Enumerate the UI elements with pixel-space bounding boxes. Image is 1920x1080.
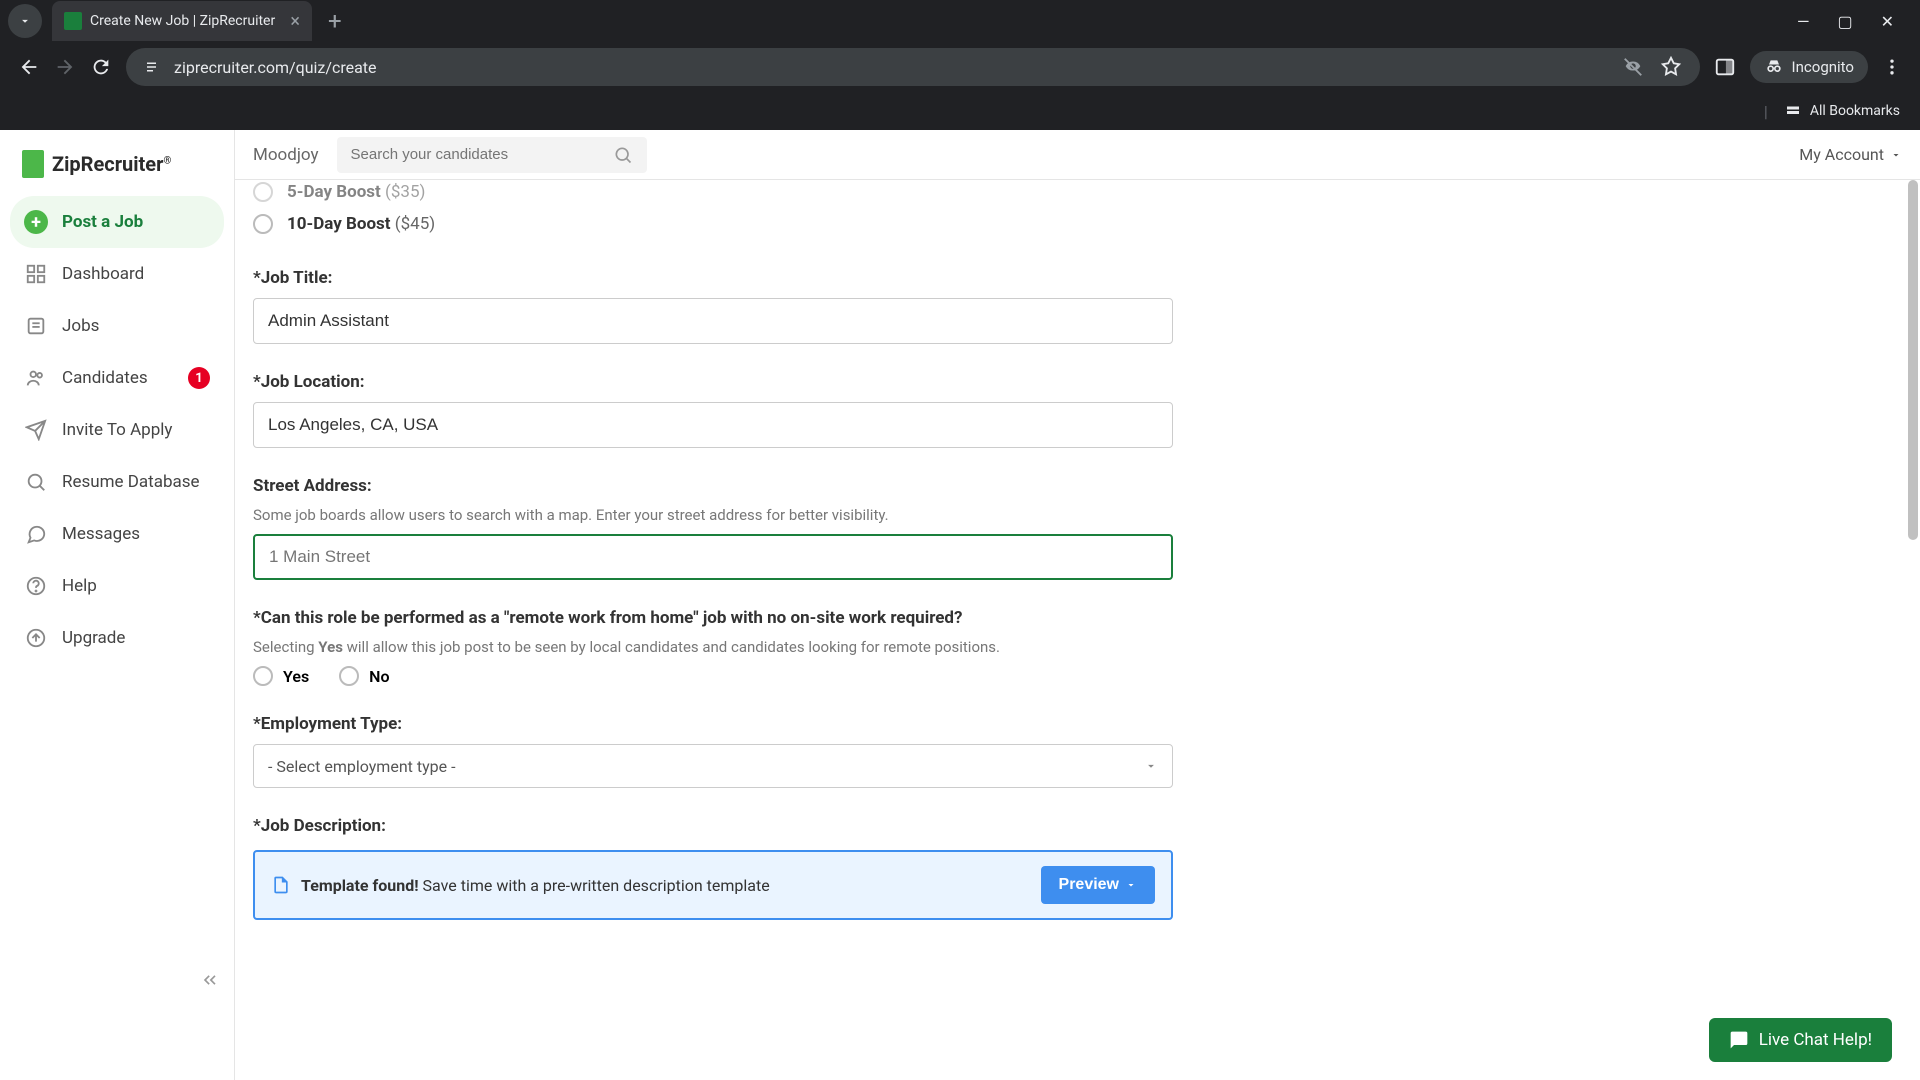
chevron-down-icon — [1144, 759, 1158, 773]
bookmarks-bar: | All Bookmarks — [0, 92, 1920, 130]
back-button[interactable] — [18, 56, 40, 78]
radio-icon[interactable] — [253, 182, 273, 202]
jobs-icon — [24, 314, 48, 338]
messages-icon — [24, 522, 48, 546]
radio-icon[interactable] — [253, 214, 273, 234]
logo[interactable]: ZipRecruiter® — [10, 142, 224, 196]
sidebar-item-post-job[interactable]: + Post a Job — [10, 196, 224, 248]
incognito-badge[interactable]: Incognito — [1750, 51, 1868, 83]
job-description-label: *Job Description: — [253, 816, 1417, 836]
job-title-label: *Job Title: — [253, 268, 1417, 288]
minimize-button[interactable]: — — [1797, 12, 1810, 31]
remote-no-option[interactable]: No — [339, 666, 389, 686]
job-location-input[interactable] — [253, 402, 1173, 448]
url-text: ziprecruiter.com/quiz/create — [174, 58, 377, 77]
tab-bar: Create New Job | ZipRecruiter × + — ▢ ✕ — [0, 0, 1920, 42]
boost-10day-option[interactable]: 10-Day Boost ($45) — [253, 208, 1417, 240]
forward-button[interactable] — [54, 56, 76, 78]
tab-title: Create New Job | ZipRecruiter — [90, 13, 282, 29]
employment-type-select[interactable]: - Select employment type - — [253, 744, 1173, 788]
reload-button[interactable] — [90, 56, 112, 78]
logo-icon — [22, 150, 44, 178]
search-icon — [24, 470, 48, 494]
search-icon[interactable] — [613, 145, 633, 165]
remote-work-hint: Selecting Yes will allow this job post t… — [253, 638, 1417, 656]
sidebar-item-messages[interactable]: Messages — [10, 508, 224, 560]
all-bookmarks-button[interactable]: All Bookmarks — [1784, 102, 1900, 120]
browser-menu-icon[interactable] — [1882, 57, 1902, 77]
sidebar: ZipRecruiter® + Post a Job Dashboard Job… — [0, 130, 235, 1080]
candidate-search[interactable] — [337, 137, 647, 173]
candidates-badge: 1 — [188, 367, 210, 389]
sidebar-collapse-button[interactable] — [200, 970, 220, 990]
close-window-button[interactable]: ✕ — [1881, 12, 1894, 31]
bookmark-star-icon[interactable] — [1660, 56, 1682, 78]
street-address-hint: Some job boards allow users to search wi… — [253, 506, 1417, 524]
incognito-icon — [1764, 57, 1784, 77]
live-chat-button[interactable]: Live Chat Help! — [1709, 1018, 1892, 1062]
employment-type-label: *Employment Type: — [253, 714, 1417, 734]
company-name[interactable]: Moodjoy — [253, 145, 319, 165]
main-content: Moodjoy My Account 5-Day Boost ($35) 10-… — [235, 130, 1920, 1080]
job-location-label: *Job Location: — [253, 372, 1417, 392]
sidebar-item-candidates[interactable]: Candidates 1 — [10, 352, 224, 404]
new-tab-button[interactable]: + — [328, 7, 342, 35]
incognito-eye-icon[interactable] — [1622, 56, 1644, 78]
sidebar-item-resume-database[interactable]: Resume Database — [10, 456, 224, 508]
sidebar-item-help[interactable]: Help — [10, 560, 224, 612]
scrollbar-thumb[interactable] — [1908, 180, 1918, 540]
window-controls: — ▢ ✕ — [1797, 12, 1912, 31]
browser-tab[interactable]: Create New Job | ZipRecruiter × — [52, 1, 312, 41]
preview-button[interactable]: Preview — [1041, 866, 1155, 904]
tab-close-button[interactable]: × — [290, 11, 300, 32]
tab-search-button[interactable] — [8, 4, 42, 38]
template-banner: Template found! Save time with a pre-wri… — [253, 850, 1173, 920]
radio-icon[interactable] — [253, 666, 273, 686]
scrollbar[interactable] — [1906, 180, 1920, 1080]
remote-work-label: *Can this role be performed as a "remote… — [253, 608, 1417, 628]
document-icon — [271, 875, 291, 895]
sidebar-item-jobs[interactable]: Jobs — [10, 300, 224, 352]
job-title-input[interactable] — [253, 298, 1173, 344]
url-bar[interactable]: ziprecruiter.com/quiz/create — [126, 48, 1700, 86]
maximize-button[interactable]: ▢ — [1837, 12, 1852, 31]
site-settings-icon[interactable] — [144, 58, 162, 76]
topbar: Moodjoy My Account — [235, 130, 1920, 180]
chevron-down-icon — [1890, 149, 1902, 161]
radio-icon[interactable] — [339, 666, 359, 686]
chevron-down-icon — [1125, 879, 1137, 891]
remote-yes-option[interactable]: Yes — [253, 666, 309, 686]
favicon-icon — [64, 12, 82, 30]
street-address-input[interactable] — [253, 534, 1173, 580]
upgrade-icon — [24, 626, 48, 650]
candidates-icon — [24, 366, 48, 390]
help-icon — [24, 574, 48, 598]
browser-chrome: Create New Job | ZipRecruiter × + — ▢ ✕ … — [0, 0, 1920, 130]
invite-icon — [24, 418, 48, 442]
side-panel-icon[interactable] — [1714, 56, 1736, 78]
street-address-label: Street Address: — [253, 476, 1417, 496]
browser-toolbar: ziprecruiter.com/quiz/create Incognito — [0, 42, 1920, 92]
sidebar-item-dashboard[interactable]: Dashboard — [10, 248, 224, 300]
account-menu[interactable]: My Account — [1799, 145, 1902, 164]
candidate-search-input[interactable] — [351, 146, 613, 163]
logo-text: ZipRecruiter® — [52, 152, 171, 176]
chat-icon — [1729, 1030, 1749, 1050]
boost-5day-option[interactable]: 5-Day Boost ($35) — [253, 176, 1417, 208]
dashboard-icon — [24, 262, 48, 286]
plus-icon: + — [24, 210, 48, 234]
sidebar-item-invite[interactable]: Invite To Apply — [10, 404, 224, 456]
sidebar-item-upgrade[interactable]: Upgrade — [10, 612, 224, 664]
